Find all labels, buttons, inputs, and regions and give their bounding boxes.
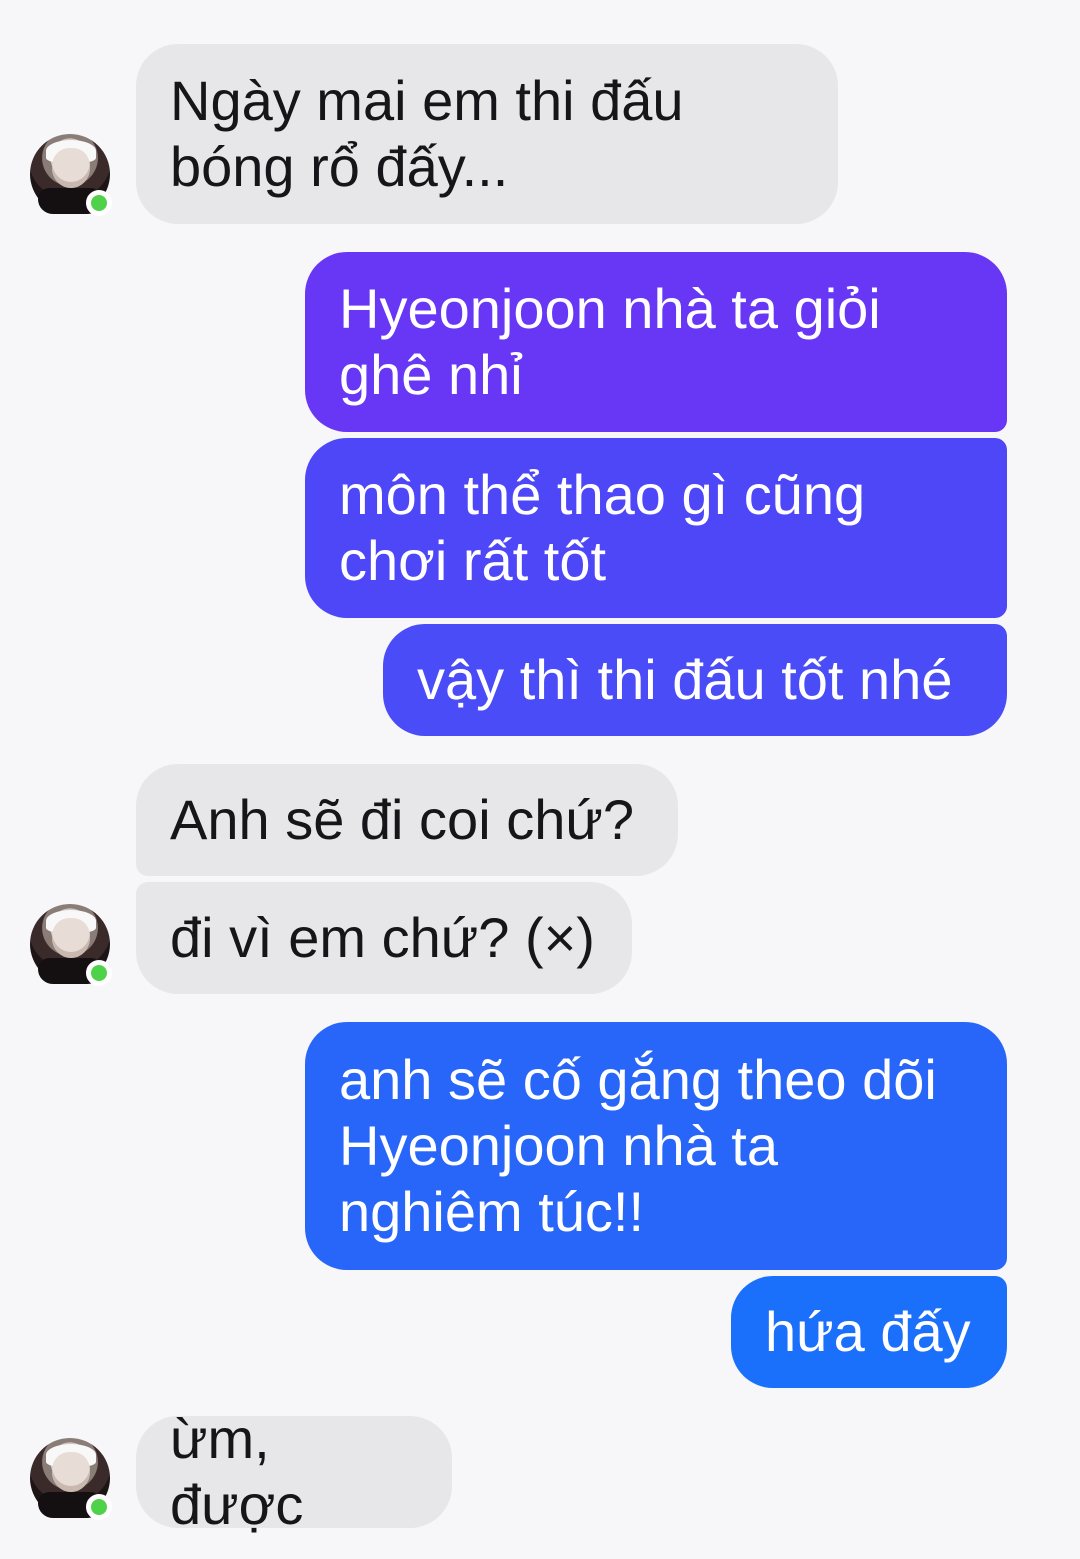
contact-avatar[interactable] bbox=[30, 904, 112, 986]
message-text: anh sẽ cố gắng theo dõi Hyeonjoon nhà ta… bbox=[339, 1048, 937, 1243]
contact-avatar[interactable] bbox=[30, 134, 112, 216]
outgoing-message-bubble[interactable]: vậy thì thi đấu tốt nhé bbox=[383, 624, 1007, 736]
outgoing-message-bubble[interactable]: hứa đấy bbox=[731, 1276, 1007, 1388]
incoming-message-bubble[interactable]: ừm, được bbox=[136, 1407, 452, 1536]
message-text: Ngày mai em thi đấu bóng rổ đấy... bbox=[170, 69, 684, 198]
message-text: Hyeonjoon nhà ta giỏi ghê nhỉ bbox=[339, 277, 881, 406]
outgoing-message-bubble[interactable]: Hyeonjoon nhà ta giỏi ghê nhỉ bbox=[305, 252, 1007, 432]
incoming-message-bubble[interactable]: đi vì em chứ? (×) bbox=[136, 882, 632, 994]
chat-thread[interactable]: Ngày mai em thi đấu bóng rổ đấy... Hyeon… bbox=[0, 0, 1080, 1559]
message-text: hứa đấy bbox=[765, 1300, 971, 1363]
message-text: môn thể thao gì cũng chơi rất tốt bbox=[339, 463, 866, 592]
incoming-message-bubble[interactable]: Ngày mai em thi đấu bóng rổ đấy... bbox=[136, 44, 838, 224]
outgoing-message-bubble[interactable]: anh sẽ cố gắng theo dõi Hyeonjoon nhà ta… bbox=[305, 1022, 1007, 1270]
incoming-message-bubble[interactable]: Anh sẽ đi coi chứ? bbox=[136, 764, 678, 876]
message-text: ừm, được bbox=[170, 1407, 304, 1536]
online-status-icon bbox=[86, 960, 112, 986]
online-status-icon bbox=[86, 1494, 112, 1520]
message-text: vậy thì thi đấu tốt nhé bbox=[417, 648, 953, 711]
online-status-icon bbox=[86, 190, 112, 216]
contact-avatar[interactable] bbox=[30, 1438, 112, 1520]
message-text: đi vì em chứ? (×) bbox=[170, 906, 595, 969]
message-text: Anh sẽ đi coi chứ? bbox=[170, 788, 634, 851]
outgoing-message-bubble[interactable]: môn thể thao gì cũng chơi rất tốt bbox=[305, 438, 1007, 618]
